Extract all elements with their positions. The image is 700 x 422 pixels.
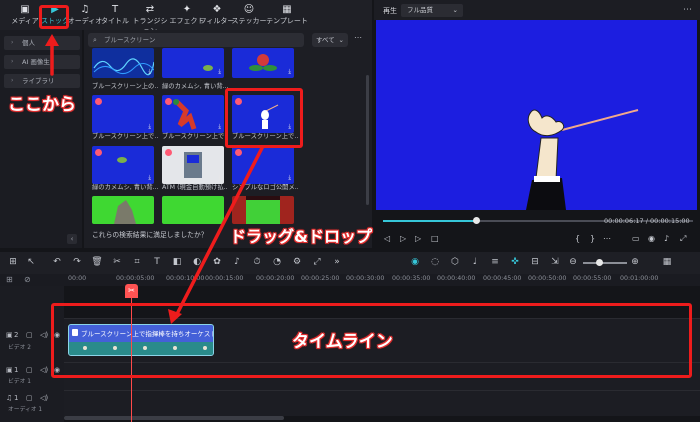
arrow-up-head bbox=[45, 34, 59, 46]
stock-tab-highlight bbox=[39, 5, 69, 29]
annotation-from-here: ここから bbox=[8, 95, 77, 116]
selected-asset-highlight bbox=[225, 88, 303, 148]
annotation-timeline: タイムライン bbox=[292, 332, 393, 353]
annotation-drag-drop: ドラッグ&ドロップ bbox=[230, 227, 373, 247]
